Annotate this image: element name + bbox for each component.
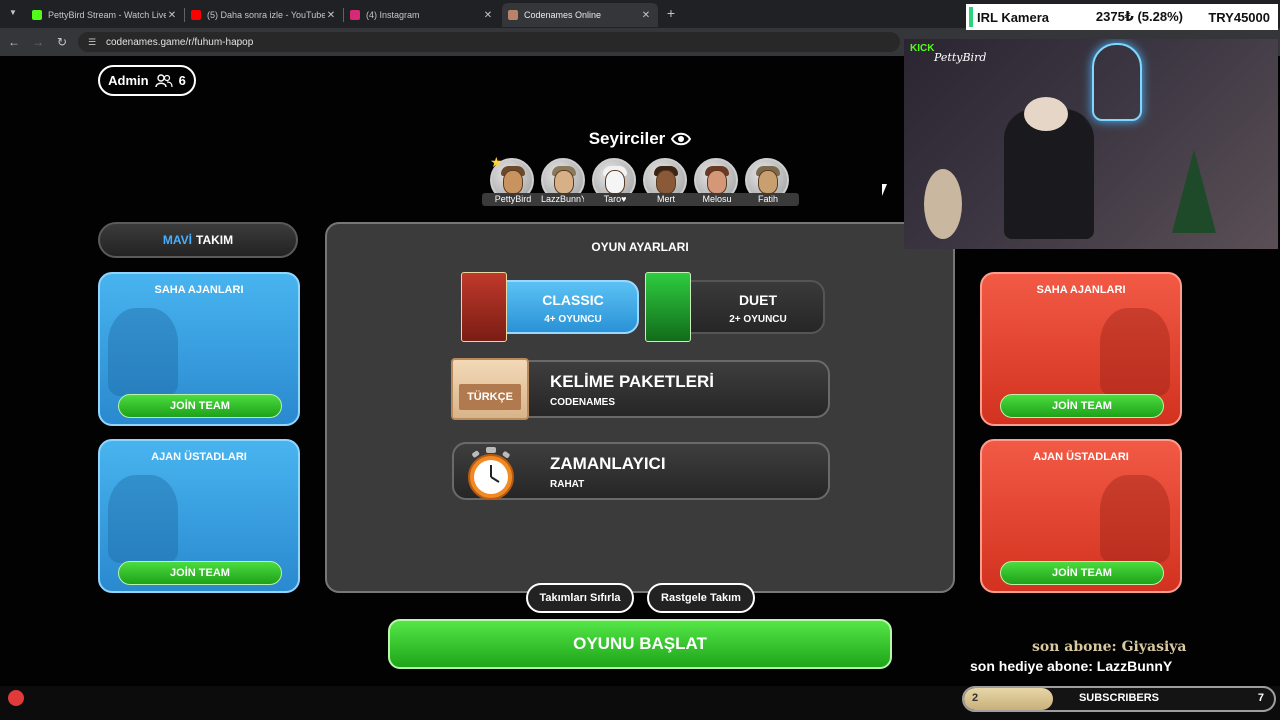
plush-toy-shape <box>1024 97 1068 131</box>
users-icon <box>154 73 173 87</box>
spectators-header: Seyirciler <box>560 129 720 149</box>
language-sign-icon: TÜRKÇE <box>451 358 529 420</box>
webcam-overlay: KICK PettyBird <box>904 39 1278 249</box>
join-team-button[interactable]: JOİN TEAM <box>118 394 282 418</box>
blue-spymasters-card: AJAN ÜSTADLARI JOİN TEAM <box>98 439 300 593</box>
tab-title: Codenames Online <box>524 10 602 20</box>
card-title: SAHA AJANLARI <box>1036 284 1126 296</box>
ticker-label: IRL Kamera <box>977 9 1050 25</box>
blue-field-agents-card: SAHA AJANLARI JOİN TEAM <box>98 272 300 426</box>
spectator-name: Fatih <box>737 193 799 206</box>
tab-search-icon[interactable]: ▼ <box>6 6 20 20</box>
timer-value: RAHAT <box>550 479 585 490</box>
word-packs-title: KELİME PAKETLERİ <box>550 372 715 391</box>
youtube-favicon-icon <box>191 10 201 20</box>
card-title: AJAN ÜSTADLARI <box>1033 451 1129 463</box>
screen: ▼ PettyBird Stream - Watch Live o ✕ (5) … <box>0 0 1280 720</box>
close-icon[interactable]: ✕ <box>482 10 494 21</box>
tab-title: (5) Daha sonra izle - YouTube <box>207 10 325 20</box>
random-teams-button[interactable]: Rastgele Takım <box>647 583 755 613</box>
spectators-title: Seyirciler <box>588 129 666 148</box>
reset-teams-button[interactable]: Takımları Sıfırla <box>526 583 634 613</box>
card-title: SAHA AJANLARI <box>154 284 244 296</box>
team-color-name: MAVİ <box>162 233 192 247</box>
ticker-accent <box>969 7 973 27</box>
address-bar[interactable]: ☰ codenames.game/r/fuhum-hapop <box>78 32 900 52</box>
tab-instagram[interactable]: (4) Instagram ✕ <box>344 3 500 27</box>
language-sign-text: TÜRKÇE <box>459 384 521 410</box>
timer-button[interactable]: ZAMANLAYICI RAHAT <box>452 442 830 500</box>
neon-sign-shape <box>1092 43 1142 121</box>
spymaster-portrait <box>1100 475 1170 563</box>
christmas-tree-shape <box>1172 149 1216 233</box>
classic-mode-button[interactable]: CLASSIC 4+ OYUNCU <box>461 272 639 342</box>
team-label: TAKIM <box>196 233 234 247</box>
brand-logo-icon <box>8 690 24 706</box>
close-icon[interactable]: ✕ <box>640 10 652 21</box>
new-tab-button[interactable]: + <box>664 5 678 21</box>
mode-players: 4+ OYUNCU <box>544 314 602 325</box>
mouse-cursor-icon <box>882 184 887 196</box>
subscriber-goal-bar: 2 SUBSCRIBERS 7 <box>962 686 1276 712</box>
codenames-favicon-icon <box>508 10 518 20</box>
timer-title: ZAMANLAYICI <box>550 454 666 473</box>
game-settings-panel: OYUN AYARLARI CLASSIC 4+ OYUNCU DUET 2+ … <box>325 222 955 613</box>
kick-channel-name: PettyBird <box>934 51 987 64</box>
word-packs-button[interactable]: TÜRKÇE KELİME PAKETLERİ CODENAMES <box>451 358 830 420</box>
site-info-icon[interactable]: ☰ <box>88 37 98 47</box>
join-team-button[interactable]: JOİN TEAM <box>1000 561 1164 585</box>
blue-team-header: MAVİ TAKIM <box>98 222 298 258</box>
mode-name: DUET <box>738 292 778 308</box>
close-icon[interactable]: ✕ <box>325 10 337 21</box>
tab-title: (4) Instagram <box>366 10 420 20</box>
donation-ticker: IRL Kamera 2375₺ (5.28%) TRY45000 <box>966 4 1278 30</box>
subscriber-label: SUBSCRIBERS <box>1078 692 1160 704</box>
tab-pettybird[interactable]: PettyBird Stream - Watch Live o ✕ <box>26 3 184 27</box>
ticker-value: 2375₺ (5.28%) <box>1095 9 1183 24</box>
mode-players: 2+ OYUNCU <box>729 314 787 325</box>
spectator[interactable]: Taro♥ <box>584 158 646 206</box>
admin-button[interactable]: Admin 6 <box>98 65 196 96</box>
close-icon[interactable]: ✕ <box>166 10 178 21</box>
host-star-icon: ★ <box>490 154 503 170</box>
spymaster-portrait <box>108 475 178 563</box>
admin-label: Admin <box>108 73 149 88</box>
join-team-button[interactable]: JOİN TEAM <box>1000 394 1164 418</box>
guitar-shape <box>924 169 962 239</box>
spectator[interactable]: ★ PettyBird <box>482 154 544 206</box>
tab-title: PettyBird Stream - Watch Live o <box>48 10 166 20</box>
tab-codenames[interactable]: Codenames Online ✕ <box>502 3 658 27</box>
card-title: AJAN ÜSTADLARI <box>151 451 247 463</box>
tab-youtube[interactable]: (5) Daha sonra izle - YouTube ✕ <box>185 3 343 27</box>
duet-mode-button[interactable]: DUET 2+ OYUNCU <box>645 272 825 342</box>
agent-portrait <box>1100 308 1170 396</box>
reload-icon[interactable]: ↻ <box>54 34 70 50</box>
instagram-favicon-icon <box>350 10 360 20</box>
last-subscriber: son abone: Giyasiya <box>1032 639 1187 655</box>
back-icon[interactable]: ← <box>6 34 22 50</box>
spectator[interactable]: LazzBunnY <box>533 158 595 206</box>
ticker-goal: TRY45000 <box>1208 9 1270 25</box>
spectator[interactable]: Melosu <box>686 158 748 206</box>
stopwatch-icon <box>468 447 514 500</box>
url-text: codenames.game/r/fuhum-hapop <box>106 36 254 48</box>
subscriber-goal: 7 <box>1257 692 1264 704</box>
eye-icon[interactable] <box>671 132 692 146</box>
word-packs-value: CODENAMES <box>550 397 616 408</box>
spectator[interactable]: Fatih <box>737 158 799 206</box>
mode-name: CLASSIC <box>542 292 604 308</box>
player-count: 6 <box>178 73 186 88</box>
last-gift-subscriber: son hediye abone: LazzBunnY <box>970 658 1173 674</box>
forward-icon[interactable]: → <box>30 34 46 50</box>
spectator-list: ★ PettyBird LazzBunnY Taro♥ Mert Melosu <box>482 154 799 208</box>
agent-portrait <box>108 308 178 396</box>
spectator[interactable]: Mert <box>635 158 697 206</box>
red-field-agents-card: SAHA AJANLARI JOİN TEAM <box>980 272 1182 426</box>
join-team-button[interactable]: JOİN TEAM <box>118 561 282 585</box>
start-game-button[interactable]: OYUNU BAŞLAT <box>388 619 892 669</box>
kick-logo: KICK <box>910 43 935 54</box>
kick-favicon-icon <box>32 10 42 20</box>
red-spymasters-card: AJAN ÜSTADLARI JOİN TEAM <box>980 439 1182 593</box>
settings-title: OYUN AYARLARI <box>591 240 689 254</box>
